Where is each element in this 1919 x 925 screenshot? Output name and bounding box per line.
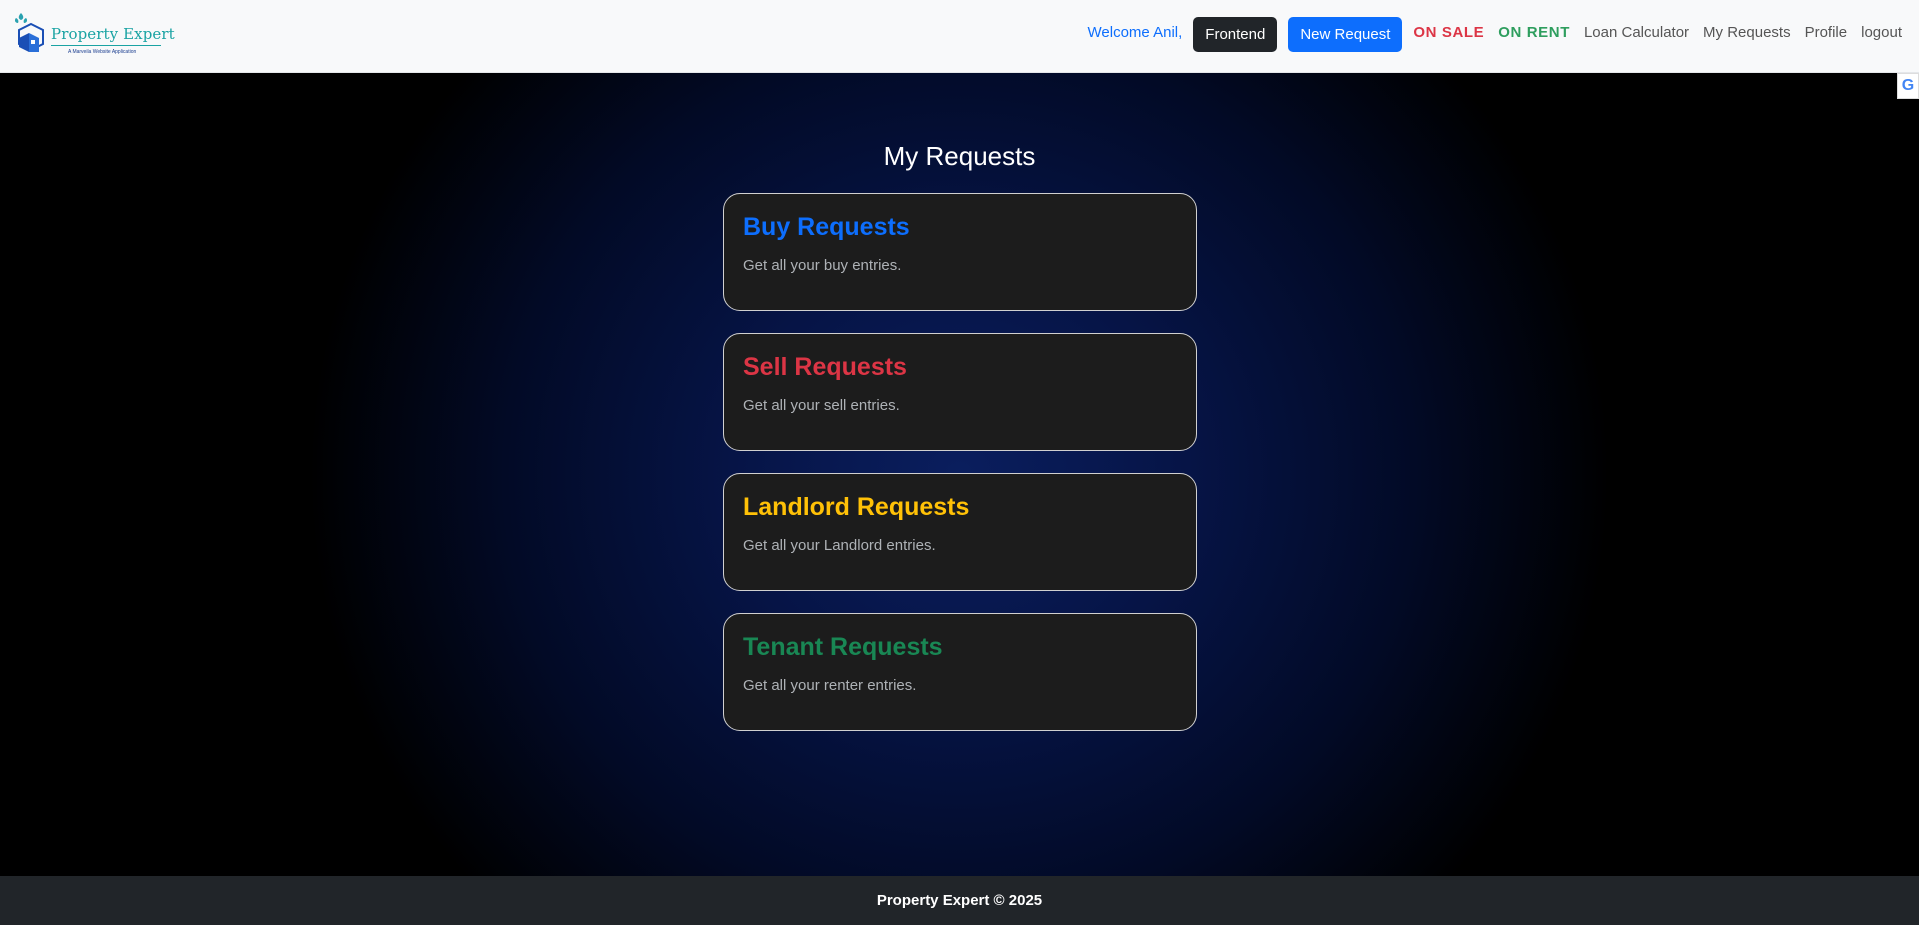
card-description: Get all your renter entries. — [743, 677, 917, 694]
card-description: Get all your buy entries. — [743, 257, 902, 274]
tenant-requests-card[interactable]: Tenant Requests Get all your renter entr… — [723, 613, 1197, 731]
logo-tagline: A Marveila Website Application — [68, 49, 137, 55]
card-title: Tenant Requests — [743, 633, 943, 661]
logo-house-icon — [14, 13, 44, 52]
footer: Property Expert © 2025 — [0, 876, 1919, 925]
landlord-requests-card[interactable]: Landlord Requests Get all your Landlord … — [723, 473, 1197, 591]
buy-requests-card[interactable]: Buy Requests Get all your buy entries. — [723, 193, 1197, 311]
sell-requests-card[interactable]: Sell Requests Get all your sell entries. — [723, 333, 1197, 451]
top-navbar: Property Expert A Marveila Website Appli… — [0, 0, 1919, 73]
card-description: Get all your Landlord entries. — [743, 537, 936, 554]
google-translate-icon[interactable]: G — [1897, 73, 1919, 99]
nav-loan-calculator[interactable]: Loan Calculator — [1584, 24, 1689, 41]
card-title: Buy Requests — [743, 213, 910, 241]
page-title: My Requests — [883, 141, 1036, 171]
card-title: Landlord Requests — [743, 493, 970, 521]
nav-right: Welcome Anil, Frontend New Request ON SA… — [1088, 17, 1902, 52]
nav-on-sale[interactable]: ON SALE — [1413, 24, 1484, 41]
nav-logout[interactable]: logout — [1861, 24, 1902, 41]
frontend-button[interactable]: Frontend — [1193, 17, 1278, 52]
nav-on-rent[interactable]: ON RENT — [1498, 24, 1570, 41]
new-request-button[interactable]: New Request — [1288, 17, 1403, 52]
card-title: Sell Requests — [743, 353, 907, 381]
main-content: G My Requests Buy Requests Get all your … — [0, 73, 1919, 876]
nav-my-requests[interactable]: My Requests — [1703, 24, 1791, 41]
logo-name: Property Expert — [51, 25, 175, 43]
footer-text: Property Expert © 2025 — [876, 892, 1043, 909]
logo[interactable]: Property Expert A Marveila Website Appli… — [13, 10, 175, 62]
card-description: Get all your sell entries. — [743, 397, 900, 414]
nav-profile[interactable]: Profile — [1805, 24, 1848, 41]
logo-underline — [51, 45, 161, 46]
welcome-text: Welcome Anil, — [1087, 24, 1183, 41]
